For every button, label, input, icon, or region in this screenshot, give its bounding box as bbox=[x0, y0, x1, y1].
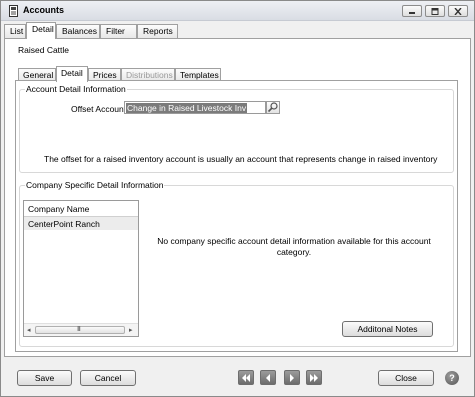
tab-reports[interactable]: Reports bbox=[137, 24, 178, 38]
offset-account-field[interactable]: Change in Raised Livestock Inv bbox=[124, 101, 266, 114]
account-detail-group-title: Account Detail Information bbox=[25, 84, 127, 94]
minimize-icon bbox=[409, 12, 415, 14]
scroll-left-icon[interactable]: ◂ bbox=[27, 326, 31, 334]
no-company-info-message: No company specific account detail infor… bbox=[157, 236, 431, 257]
previous-record-icon bbox=[266, 374, 270, 382]
company-detail-group-title: Company Specific Detail Information bbox=[25, 180, 165, 190]
first-record-icon bbox=[242, 374, 250, 382]
next-record-button[interactable] bbox=[284, 370, 300, 385]
tab-filter[interactable]: Filter bbox=[100, 24, 137, 38]
save-button[interactable]: Save bbox=[17, 370, 72, 386]
accounts-window: Accounts List Detail Balances Filter Rep… bbox=[0, 0, 475, 397]
title-bar: Accounts bbox=[1, 1, 474, 21]
last-record-icon bbox=[310, 374, 318, 382]
scrollbar-thumb[interactable]: III bbox=[35, 326, 125, 334]
company-name-column-header[interactable]: Company Name bbox=[24, 201, 138, 217]
detail-panel: Raised Cattle General Detail Prices Dist… bbox=[4, 38, 471, 357]
close-button[interactable]: Close bbox=[378, 370, 434, 386]
previous-record-button[interactable] bbox=[260, 370, 276, 385]
offset-account-label: Offset Account bbox=[71, 104, 127, 114]
book-icon bbox=[9, 5, 18, 17]
last-record-button[interactable] bbox=[306, 370, 322, 385]
account-detail-group: Account Detail Information Offset Accoun… bbox=[19, 84, 454, 173]
tab-list[interactable]: List bbox=[4, 24, 26, 38]
next-record-icon bbox=[290, 374, 294, 382]
horizontal-scrollbar[interactable]: ◂ III ▸ bbox=[24, 323, 138, 336]
subtab-detail[interactable]: Detail bbox=[56, 66, 88, 82]
scroll-right-icon[interactable]: ▸ bbox=[129, 326, 133, 334]
offset-account-lookup-button[interactable] bbox=[266, 101, 280, 114]
tab-detail[interactable]: Detail bbox=[26, 22, 56, 39]
minimize-button[interactable] bbox=[402, 5, 422, 17]
maximize-icon bbox=[431, 8, 439, 15]
tab-balances[interactable]: Balances bbox=[56, 24, 100, 38]
record-title: Raised Cattle bbox=[18, 45, 70, 55]
help-icon[interactable]: ? bbox=[445, 371, 459, 385]
cancel-button[interactable]: Cancel bbox=[80, 370, 136, 386]
company-list[interactable]: Company Name CenterPoint Ranch ◂ III ▸ bbox=[23, 200, 139, 337]
offset-account-value: Change in Raised Livestock Inv bbox=[126, 103, 248, 113]
magnifier-icon bbox=[267, 102, 278, 113]
scrollbar-grip: III bbox=[77, 326, 81, 333]
company-detail-group: Company Specific Detail Information Comp… bbox=[19, 180, 454, 347]
close-icon bbox=[454, 8, 462, 15]
maximize-button[interactable] bbox=[425, 5, 445, 17]
list-item[interactable]: CenterPoint Ranch bbox=[24, 217, 138, 230]
close-window-button[interactable] bbox=[448, 5, 468, 17]
additional-notes-button[interactable]: Additonal Notes bbox=[342, 321, 433, 337]
first-record-button[interactable] bbox=[238, 370, 254, 385]
offset-account-note: The offset for a raised inventory accoun… bbox=[44, 154, 438, 164]
window-title: Accounts bbox=[23, 5, 65, 15]
detail-subpanel: Account Detail Information Offset Accoun… bbox=[15, 80, 458, 352]
